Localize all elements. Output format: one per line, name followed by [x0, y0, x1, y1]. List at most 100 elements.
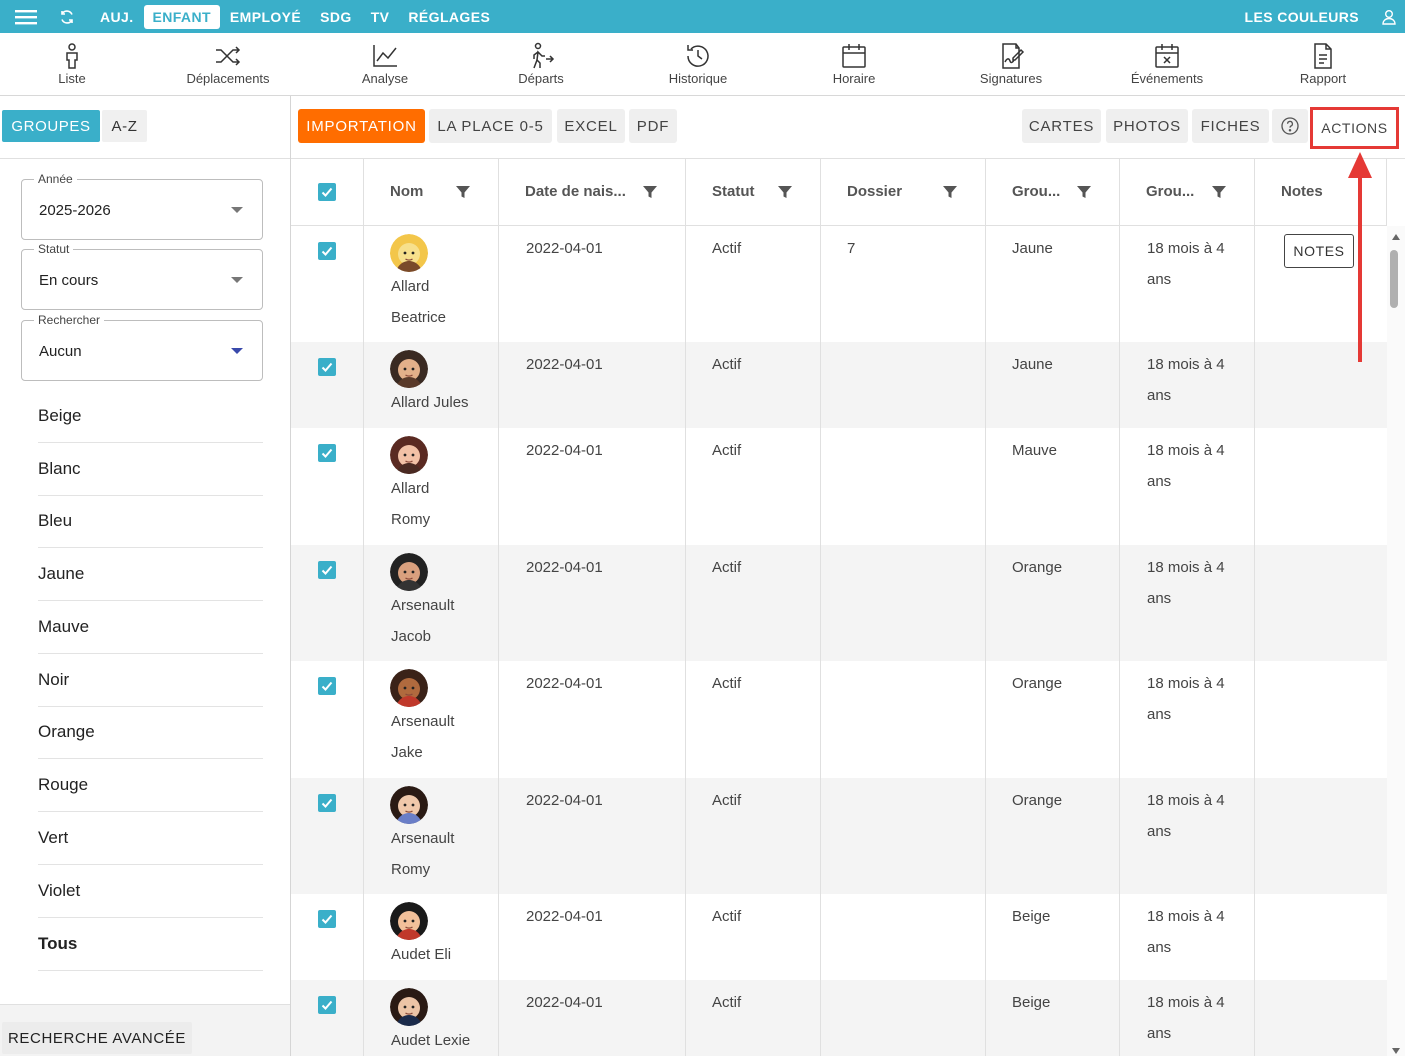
- header-age-group[interactable]: Grou...: [1120, 159, 1255, 225]
- table-row[interactable]: Arsenault Romy 2022-04-01 Actif Orange 18 moi…: [291, 778, 1387, 894]
- help-icon[interactable]: [1272, 109, 1308, 143]
- group-item-vert[interactable]: Vert: [38, 812, 263, 865]
- child-avatar[interactable]: [390, 234, 428, 272]
- table-row[interactable]: Allard Beatrice 2022-04-01 Actif 7 Jaune 18 mo…: [291, 226, 1387, 342]
- child-name-first-line[interactable]: Allard Jules: [391, 387, 469, 418]
- advanced-search-button[interactable]: RECHERCHE AVANCÉE: [2, 1022, 192, 1054]
- year-select[interactable]: Année 2025-2026: [21, 172, 263, 240]
- user-icon[interactable]: [1373, 9, 1405, 25]
- nav-schedule[interactable]: Horaire: [799, 33, 909, 95]
- group-item-violet[interactable]: Violet: [38, 865, 263, 918]
- child-name-second-line[interactable]: Jacob: [391, 621, 431, 652]
- filter-icon[interactable]: [778, 185, 792, 199]
- row-checkbox[interactable]: [318, 677, 336, 695]
- cards-button[interactable]: CARTES: [1022, 109, 1101, 143]
- row-checkbox[interactable]: [318, 996, 336, 1014]
- photos-button[interactable]: PHOTOS: [1106, 109, 1188, 143]
- child-avatar[interactable]: [390, 669, 428, 707]
- group-item-orange[interactable]: Orange: [38, 706, 263, 759]
- excel-button[interactable]: EXCEL: [557, 109, 625, 143]
- table-row[interactable]: Allard Jules 2022-04-01 Actif Jaune 18 mois …: [291, 342, 1387, 428]
- scroll-up-icon[interactable]: [1392, 234, 1400, 240]
- child-name-second-line[interactable]: Beatrice: [391, 302, 446, 333]
- tab-child[interactable]: ENFANT: [143, 4, 220, 29]
- az-toggle[interactable]: A-Z: [102, 110, 147, 142]
- tab-settings[interactable]: RÉGLAGES: [399, 5, 499, 29]
- org-name[interactable]: LES COULEURS: [1245, 9, 1359, 25]
- nav-events[interactable]: Événements: [1112, 33, 1222, 95]
- refresh-icon[interactable]: [52, 0, 82, 33]
- laplace-button[interactable]: LA PLACE 0-5: [429, 109, 552, 143]
- tab-today[interactable]: AUJ.: [91, 5, 143, 29]
- table-row[interactable]: Audet Lexie 2022-04-01 Actif Beige 18 mois à…: [291, 980, 1387, 1056]
- group-item-noir[interactable]: Noir: [38, 654, 263, 707]
- filter-icon[interactable]: [643, 185, 657, 199]
- child-avatar[interactable]: [390, 902, 428, 940]
- search-select[interactable]: Rechercher Aucun: [21, 313, 263, 381]
- tab-tv[interactable]: TV: [362, 5, 399, 29]
- child-avatar[interactable]: [390, 988, 428, 1026]
- groups-toggle[interactable]: GROUPES: [2, 110, 100, 142]
- nav-analysis[interactable]: Analyse: [330, 33, 440, 95]
- child-avatar[interactable]: [390, 786, 428, 824]
- scroll-down-icon[interactable]: [1392, 1048, 1400, 1054]
- group-item-tous[interactable]: Tous: [38, 918, 263, 971]
- group-item-jaune[interactable]: Jaune: [38, 548, 263, 601]
- row-checkbox[interactable]: [318, 794, 336, 812]
- table-row[interactable]: Allard Romy 2022-04-01 Actif Mauve 18 mois à …: [291, 428, 1387, 545]
- child-name-second-line[interactable]: Jake: [391, 737, 423, 768]
- header-group[interactable]: Grou...: [986, 159, 1120, 225]
- header-name[interactable]: Nom: [364, 159, 499, 225]
- child-name-second-line[interactable]: Romy: [391, 504, 430, 535]
- child-name-first-line[interactable]: Allard: [391, 473, 429, 504]
- sheets-button[interactable]: FICHES: [1192, 109, 1269, 143]
- nav-history[interactable]: Historique: [643, 33, 753, 95]
- table-row[interactable]: Arsenault Jake 2022-04-01 Actif Orange 18 moi…: [291, 661, 1387, 778]
- scrollbar[interactable]: [1387, 226, 1405, 1056]
- group-item-beige[interactable]: Beige: [38, 390, 263, 443]
- row-checkbox[interactable]: [318, 358, 336, 376]
- child-name-first-line[interactable]: Audet Eli: [391, 939, 451, 970]
- row-checkbox[interactable]: [318, 910, 336, 928]
- group-item-mauve[interactable]: Mauve: [38, 601, 263, 654]
- filter-icon[interactable]: [943, 185, 957, 199]
- tab-employee[interactable]: EMPLOYÉ: [221, 5, 310, 29]
- row-checkbox[interactable]: [318, 561, 336, 579]
- child-name-first-line[interactable]: Arsenault: [391, 590, 454, 621]
- status-select[interactable]: Statut En cours: [21, 242, 263, 310]
- scroll-thumb[interactable]: [1390, 250, 1398, 308]
- child-avatar[interactable]: [390, 436, 428, 474]
- child-avatar[interactable]: [390, 350, 428, 388]
- group-item-blanc[interactable]: Blanc: [38, 443, 263, 496]
- child-name-first-line[interactable]: Allard: [391, 271, 429, 302]
- child-avatar[interactable]: [390, 553, 428, 591]
- notes-button[interactable]: NOTES: [1284, 234, 1354, 268]
- table-row[interactable]: Audet Eli 2022-04-01 Actif Beige 18 mois à 4…: [291, 894, 1387, 980]
- nav-list[interactable]: Liste: [17, 33, 127, 95]
- actions-button[interactable]: ACTIONS: [1310, 107, 1399, 149]
- group-item-bleu[interactable]: Bleu: [38, 495, 263, 548]
- child-name-first-line[interactable]: Audet Lexie: [391, 1025, 470, 1056]
- nav-signatures[interactable]: Signatures: [956, 33, 1066, 95]
- filter-icon[interactable]: [1077, 185, 1091, 199]
- nav-report[interactable]: Rapport: [1268, 33, 1378, 95]
- table-row[interactable]: Arsenault Jacob 2022-04-01 Actif Orange 18 mo…: [291, 545, 1387, 661]
- child-name-second-line[interactable]: Romy: [391, 854, 430, 885]
- row-checkbox[interactable]: [318, 242, 336, 260]
- tab-sdg[interactable]: SDG: [311, 5, 361, 29]
- filter-icon[interactable]: [1212, 185, 1226, 199]
- group-item-rouge[interactable]: Rouge: [38, 759, 263, 812]
- header-dob[interactable]: Date de nais...: [499, 159, 686, 225]
- header-status[interactable]: Statut: [686, 159, 821, 225]
- nav-moves[interactable]: Déplacements: [173, 33, 283, 95]
- child-name-first-line[interactable]: Arsenault: [391, 706, 454, 737]
- select-all-checkbox[interactable]: [318, 183, 336, 201]
- filter-icon[interactable]: [456, 185, 470, 199]
- row-checkbox[interactable]: [318, 444, 336, 462]
- header-dossier[interactable]: Dossier: [821, 159, 986, 225]
- import-button[interactable]: IMPORTATION: [298, 109, 425, 143]
- child-name-first-line[interactable]: Arsenault: [391, 823, 454, 854]
- pdf-button[interactable]: PDF: [629, 109, 677, 143]
- menu-icon[interactable]: [0, 0, 52, 33]
- nav-departures[interactable]: Départs: [486, 33, 596, 95]
